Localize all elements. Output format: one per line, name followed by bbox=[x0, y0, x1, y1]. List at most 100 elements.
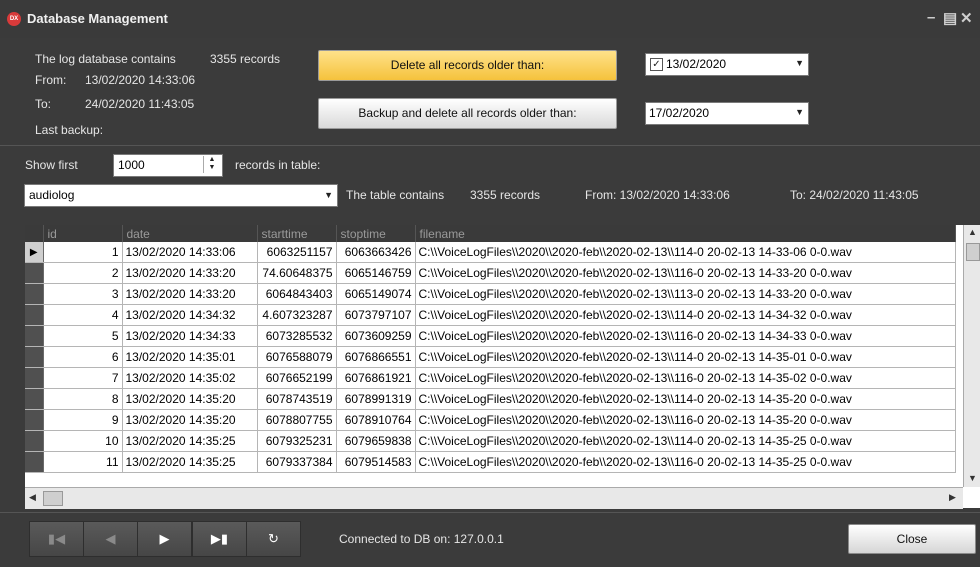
scroll-thumb[interactable] bbox=[966, 243, 980, 261]
cell-stoptime: 6078991319 bbox=[336, 388, 416, 410]
cell-date: 13/02/2020 14:35:25 bbox=[122, 430, 258, 452]
previous-record-button[interactable]: ◀ bbox=[83, 521, 138, 557]
row-header[interactable] bbox=[25, 325, 44, 347]
table-row[interactable]: 11 13/02/2020 14:35:25 6079337384 607951458… bbox=[25, 451, 956, 473]
quantity-stepper[interactable]: ▲ ▼ bbox=[203, 156, 220, 173]
cell-starttime: 6063251157 bbox=[257, 242, 337, 263]
close-window-icon[interactable]: ✕ bbox=[960, 9, 973, 27]
show-first-input[interactable]: 1000 ▲ ▼ bbox=[113, 154, 223, 177]
cell-id: 8 bbox=[43, 388, 123, 410]
table-row[interactable]: 5 13/02/2020 14:34:33 6073285532 6073609259… bbox=[25, 325, 956, 347]
cell-date: 13/02/2020 14:34:32 bbox=[122, 304, 258, 326]
table-select-value: audiolog bbox=[29, 188, 75, 202]
table-row[interactable]: 6 13/02/2020 14:35:01 6076588079 6076866551… bbox=[25, 346, 956, 368]
backup-delete-button[interactable]: Backup and delete all records older than… bbox=[318, 98, 617, 129]
scroll-left-icon[interactable]: ◀ bbox=[29, 492, 36, 503]
next-record-button[interactable]: ▶ bbox=[137, 521, 192, 557]
last-backup-label: Last backup: bbox=[35, 123, 104, 137]
column-header-starttime[interactable]: starttime bbox=[257, 225, 337, 242]
horizontal-scrollbar[interactable]: ◀ ▶ bbox=[25, 487, 963, 509]
scroll-right-icon[interactable]: ▶ bbox=[949, 492, 956, 503]
cell-id: 5 bbox=[43, 325, 123, 347]
record-count: 3355 records bbox=[210, 52, 281, 66]
column-header-id[interactable]: id bbox=[43, 225, 123, 242]
cell-date: 13/02/2020 14:34:33 bbox=[122, 325, 258, 347]
row-header[interactable] bbox=[25, 262, 44, 284]
cell-filename: C:\\VoiceLogFiles\\2020\\2020-feb\\2020-… bbox=[415, 388, 956, 410]
row-header[interactable]: ▶ bbox=[25, 242, 44, 263]
row-header-corner bbox=[25, 225, 44, 242]
cell-date: 13/02/2020 14:33:06 bbox=[122, 242, 258, 263]
table-row[interactable]: 3 13/02/2020 14:33:20 6064843403 6065149074… bbox=[25, 283, 956, 305]
row-header[interactable] bbox=[25, 388, 44, 410]
cell-starttime: 6064843403 bbox=[257, 283, 337, 305]
close-button[interactable]: Close bbox=[848, 524, 976, 554]
column-header-filename[interactable]: filename bbox=[415, 225, 956, 242]
cell-starttime: 74.60648375 bbox=[257, 262, 337, 284]
row-header[interactable] bbox=[25, 451, 44, 473]
table-row[interactable]: 8 13/02/2020 14:35:20 6078743519 6078991319… bbox=[25, 388, 956, 410]
table-row[interactable]: 10 13/02/2020 14:35:25 6079325231 607965983… bbox=[25, 430, 956, 452]
row-header[interactable] bbox=[25, 346, 44, 368]
table-from: From: 13/02/2020 14:33:06 bbox=[585, 188, 730, 202]
to-label: To: bbox=[35, 97, 52, 111]
cell-id: 6 bbox=[43, 346, 123, 368]
first-record-icon: ▮◀ bbox=[47, 531, 66, 546]
cell-starttime: 6073285532 bbox=[257, 325, 337, 347]
cell-id: 10 bbox=[43, 430, 123, 452]
cell-filename: C:\\VoiceLogFiles\\2020\\2020-feb\\2020-… bbox=[415, 451, 956, 473]
cell-filename: C:\\VoiceLogFiles\\2020\\2020-feb\\2020-… bbox=[415, 304, 956, 326]
table-row[interactable]: ▶ 1 13/02/2020 14:33:06 6063251157 606366342… bbox=[25, 242, 956, 263]
backup-date-picker[interactable]: 17/02/2020 ▼ bbox=[645, 102, 809, 125]
maximize-icon[interactable]: ▤ bbox=[943, 9, 957, 27]
refresh-button[interactable]: ↻ bbox=[246, 521, 301, 557]
scroll-thumb[interactable] bbox=[43, 491, 63, 506]
title-bar: DX Database Management – ▤ ✕ bbox=[0, 0, 980, 38]
cell-id: 9 bbox=[43, 409, 123, 431]
table-select[interactable]: audiolog ▼ bbox=[24, 184, 338, 207]
cell-date: 13/02/2020 14:35:20 bbox=[122, 388, 258, 410]
cell-starttime: 6079325231 bbox=[257, 430, 337, 452]
table-row[interactable]: 4 13/02/2020 14:34:32 4.607323287 607379710… bbox=[25, 304, 956, 326]
chevron-down-icon: ▼ bbox=[795, 107, 804, 117]
scroll-up-icon[interactable]: ▲ bbox=[968, 227, 977, 237]
to-value: 24/02/2020 11:43:05 bbox=[85, 97, 195, 111]
cell-stoptime: 6076866551 bbox=[336, 346, 416, 368]
delete-date-picker[interactable]: ✓ 13/02/2020 ▼ bbox=[645, 53, 809, 76]
row-header[interactable] bbox=[25, 409, 44, 431]
table-row[interactable]: 2 13/02/2020 14:33:20 74.60648375 606514675… bbox=[25, 262, 956, 284]
cell-starttime: 6078743519 bbox=[257, 388, 337, 410]
cell-filename: C:\\VoiceLogFiles\\2020\\2020-feb\\2020-… bbox=[415, 430, 956, 452]
show-first-label: Show first bbox=[25, 158, 78, 172]
cell-filename: C:\\VoiceLogFiles\\2020\\2020-feb\\2020-… bbox=[415, 325, 956, 347]
first-record-button[interactable]: ▮◀ bbox=[29, 521, 84, 557]
chevron-down-icon: ▼ bbox=[795, 58, 804, 68]
from-value: 13/02/2020 14:33:06 bbox=[85, 73, 196, 87]
cell-filename: C:\\VoiceLogFiles\\2020\\2020-feb\\2020-… bbox=[415, 346, 956, 368]
scroll-down-icon[interactable]: ▼ bbox=[968, 473, 977, 483]
vertical-scrollbar[interactable]: ▲ ▼ bbox=[963, 225, 980, 487]
cell-id: 2 bbox=[43, 262, 123, 284]
window-title: Database Management bbox=[27, 11, 168, 26]
cell-filename: C:\\VoiceLogFiles\\2020\\2020-feb\\2020-… bbox=[415, 367, 956, 389]
delete-date-checkbox[interactable]: ✓ bbox=[650, 58, 663, 71]
cell-stoptime: 6076861921 bbox=[336, 367, 416, 389]
column-header-stoptime[interactable]: stoptime bbox=[336, 225, 416, 242]
row-header[interactable] bbox=[25, 283, 44, 305]
last-record-button[interactable]: ▶▮ bbox=[192, 521, 247, 557]
table-row[interactable]: 7 13/02/2020 14:35:02 6076652199 6076861921… bbox=[25, 367, 956, 389]
delete-older-button[interactable]: Delete all records older than: bbox=[318, 50, 617, 81]
minimize-icon[interactable]: – bbox=[927, 9, 935, 26]
app-logo-icon: DX bbox=[7, 12, 21, 26]
cell-starttime: 4.607323287 bbox=[257, 304, 337, 326]
table-row[interactable]: 9 13/02/2020 14:35:20 6078807755 6078910764… bbox=[25, 409, 956, 431]
table-to: To: 24/02/2020 11:43:05 bbox=[790, 188, 919, 202]
chevron-down-icon: ▼ bbox=[324, 190, 333, 200]
connection-status: Connected to DB on: 127.0.0.1 bbox=[339, 532, 504, 546]
row-header[interactable] bbox=[25, 367, 44, 389]
column-header-date[interactable]: date bbox=[122, 225, 258, 242]
row-header[interactable] bbox=[25, 304, 44, 326]
records-grid[interactable]: id date starttime stoptime filename ▶ 1 13… bbox=[25, 225, 980, 508]
row-header[interactable] bbox=[25, 430, 44, 452]
cell-id: 7 bbox=[43, 367, 123, 389]
